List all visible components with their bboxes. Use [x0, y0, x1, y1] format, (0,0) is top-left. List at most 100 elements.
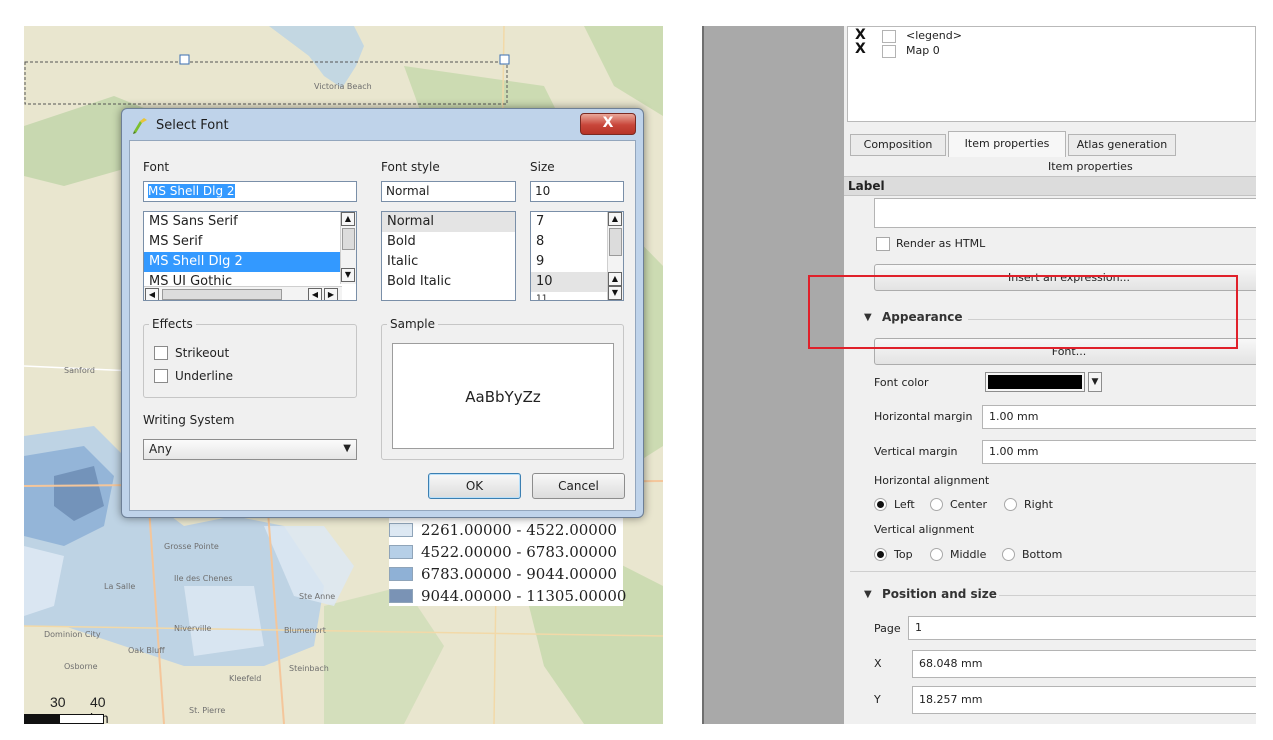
close-icon[interactable]: X	[855, 41, 866, 57]
scroll-thumb[interactable]	[609, 228, 622, 256]
vertical-margin-label: Vertical margin	[874, 445, 958, 458]
list-item[interactable]: Italic	[382, 252, 515, 272]
sample-preview: AaBbYyZz	[392, 343, 614, 449]
scroll-down-icon[interactable]: ▼	[341, 268, 355, 282]
position-size-section-title: Position and size	[882, 587, 997, 601]
render-html-checkbox[interactable]	[876, 237, 890, 251]
tab-item-properties[interactable]: Item properties	[948, 131, 1066, 157]
y-label: Y	[874, 693, 881, 706]
legend-entry: 6783.00000 - 9044.00000	[389, 564, 617, 584]
item-checkbox[interactable]	[882, 30, 896, 43]
font-style-input[interactable]: Normal	[381, 181, 516, 202]
item-checkbox[interactable]	[882, 45, 896, 58]
app-icon	[133, 118, 147, 134]
composer-canvas-edge	[702, 26, 844, 724]
map-place-label: Victoria Beach	[314, 82, 372, 91]
font-list-hscrollbar[interactable]: ◀ ◀ ▶	[144, 286, 342, 300]
label-text-input[interactable]	[874, 198, 1256, 228]
x-input[interactable]: 68.048 mm	[912, 650, 1256, 678]
size-label: Size	[530, 160, 555, 174]
scroll-up-icon[interactable]: ▲	[608, 272, 622, 286]
align-bottom-radio[interactable]	[1002, 548, 1015, 561]
page-input[interactable]: 1	[908, 616, 1256, 640]
map-place-label: Ste Anne	[299, 592, 336, 601]
legend-entry: 4522.00000 - 6783.00000	[389, 542, 617, 562]
list-item[interactable]: Map 0	[906, 44, 940, 57]
list-item[interactable]: MS Sans Serif	[144, 212, 356, 232]
align-middle-label: Middle	[950, 548, 987, 561]
align-right-label: Right	[1024, 498, 1053, 511]
scroll-left-icon[interactable]: ◀	[145, 288, 159, 300]
underline-checkbox[interactable]	[154, 369, 168, 383]
tab-atlas-generation[interactable]: Atlas generation	[1068, 134, 1176, 156]
cancel-button[interactable]: Cancel	[532, 473, 625, 499]
align-left-radio[interactable]	[874, 498, 887, 511]
legend-entry-label: 4522.00000 - 6783.00000	[421, 543, 617, 561]
legend-swatch	[389, 589, 413, 603]
horizontal-margin-input[interactable]: 1.00 mm	[982, 405, 1256, 429]
font-name-value: MS Shell Dlg 2	[148, 184, 235, 198]
horizontal-margin-label: Horizontal margin	[874, 410, 973, 423]
align-bottom-label: Bottom	[1022, 548, 1063, 561]
map-place-label: Kleefeld	[229, 674, 262, 683]
tab-composition[interactable]: Composition	[850, 134, 946, 156]
label-section-header: Label	[844, 176, 1256, 196]
align-top-label: Top	[894, 548, 913, 561]
list-item[interactable]: MS Serif	[144, 232, 356, 252]
font-list-scrollbar[interactable]: ▲ ▼	[340, 212, 356, 284]
list-item[interactable]: Normal	[382, 212, 515, 232]
item-properties-panel: X <legend> X Map 0 Composition Item prop…	[844, 26, 1256, 724]
scroll-up-icon[interactable]: ▲	[608, 212, 622, 226]
scroll-right-icon[interactable]: ▶	[324, 288, 338, 300]
label-section-title: Label	[848, 179, 885, 193]
size-list-scrollbar[interactable]: ▲ ▲ ▼	[607, 212, 623, 300]
map-place-label: Ile des Chenes	[174, 574, 233, 583]
font-color-label: Font color	[874, 376, 929, 389]
font-list[interactable]: MS Sans Serif MS Serif MS Shell Dlg 2 MS…	[143, 211, 357, 301]
scroll-thumb[interactable]	[162, 289, 282, 300]
vertical-margin-input[interactable]: 1.00 mm	[982, 440, 1256, 464]
chevron-down-icon[interactable]: ▼	[1088, 372, 1102, 392]
map-place-label: Oak Bluff	[128, 646, 165, 655]
scroll-up-icon[interactable]: ▲	[341, 212, 355, 226]
scroll-left-icon[interactable]: ◀	[308, 288, 322, 300]
highlight-annotation	[808, 275, 1238, 349]
list-item[interactable]: Bold Italic	[382, 272, 515, 292]
size-input[interactable]: 10	[530, 181, 624, 202]
font-style-list[interactable]: Normal Bold Italic Bold Italic	[381, 211, 516, 301]
ok-button[interactable]: OK	[428, 473, 521, 499]
scroll-thumb[interactable]	[342, 228, 355, 250]
align-left-label: Left	[894, 498, 915, 511]
map-place-label: Niverville	[174, 624, 212, 633]
list-item[interactable]: MS UI Gothic	[144, 272, 356, 289]
dialog-title: Select Font	[156, 118, 229, 133]
font-style-label: Font style	[381, 160, 440, 174]
legend-entry-label: 9044.00000 - 11305.00000	[421, 587, 627, 605]
legend-entry: 9044.00000 - 11305.00000	[389, 586, 627, 606]
font-name-input[interactable]: MS Shell Dlg 2	[143, 181, 357, 202]
items-list[interactable]: X <legend> X Map 0	[847, 26, 1256, 122]
strikeout-checkbox[interactable]	[154, 346, 168, 360]
list-item[interactable]: Bold	[382, 232, 515, 252]
dialog-body: Font MS Shell Dlg 2 MS Sans Serif MS Ser…	[129, 140, 636, 511]
align-center-radio[interactable]	[930, 498, 943, 511]
legend-swatch	[389, 523, 413, 537]
list-item[interactable]: <legend>	[906, 29, 962, 42]
strikeout-label: Strikeout	[175, 346, 230, 360]
align-right-radio[interactable]	[1004, 498, 1017, 511]
align-middle-radio[interactable]	[930, 548, 943, 561]
size-list[interactable]: 7 8 9 10 11 ▲ ▲ ▼	[530, 211, 624, 301]
map-place-label: Grosse Pointe	[164, 542, 219, 551]
font-color-picker[interactable]	[985, 372, 1085, 392]
map-place-label: Blumenort	[284, 626, 326, 635]
chevron-down-icon: ▼	[343, 443, 351, 454]
list-item[interactable]: MS Shell Dlg 2	[144, 252, 356, 272]
close-button[interactable]: X	[580, 113, 636, 135]
legend-entry-label: 2261.00000 - 4522.00000	[421, 521, 617, 539]
map-place-label: Dominion City	[44, 630, 101, 639]
align-top-radio[interactable]	[874, 548, 887, 561]
y-input[interactable]: 18.257 mm	[912, 686, 1256, 714]
writing-system-select[interactable]: Any ▼	[143, 439, 357, 460]
effects-label: Effects	[149, 317, 196, 331]
scroll-down-icon[interactable]: ▼	[608, 286, 622, 300]
